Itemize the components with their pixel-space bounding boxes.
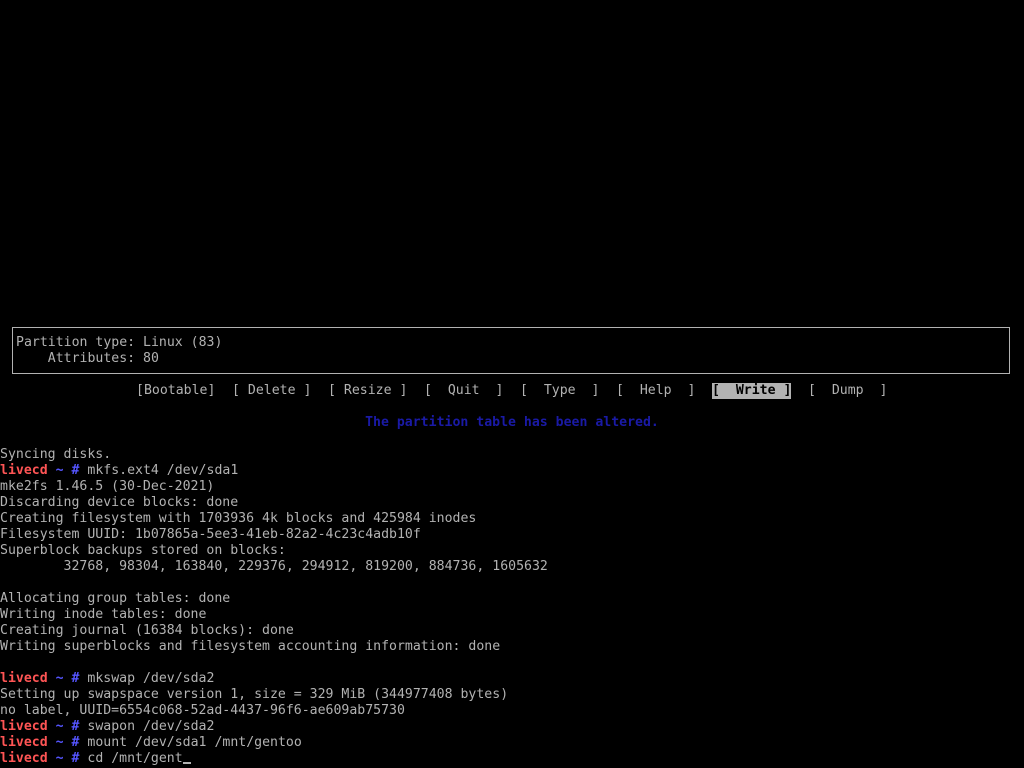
terminal-output-line: Filesystem UUID: 1b07865a-5ee3-41eb-82a2…	[0, 527, 421, 542]
menu-resize-button[interactable]: [ Resize ]	[328, 383, 407, 399]
prompt-path: ~	[55, 463, 64, 478]
prompt-path: ~	[55, 751, 64, 766]
prompt-symbol: #	[71, 671, 80, 686]
terminal-input-line[interactable]: livecd ~ # cd /mnt/gent	[0, 751, 191, 767]
command-text: mkswap /dev/sda2	[87, 671, 215, 686]
menu-quit-button[interactable]: [ Quit ]	[424, 383, 503, 399]
menu-delete-button[interactable]: [ Delete ]	[232, 383, 311, 399]
prompt-path: ~	[55, 735, 64, 750]
prompt-symbol: #	[71, 735, 80, 750]
terminal-output-line: mke2fs 1.46.5 (30-Dec-2021)	[0, 479, 215, 494]
terminal-command-line: livecd ~ # mkfs.ext4 /dev/sda1	[0, 463, 238, 479]
terminal-command-line: livecd ~ # swapon /dev/sda2	[0, 719, 214, 735]
terminal-output-line: Creating filesystem with 1703936 4k bloc…	[0, 511, 477, 526]
terminal-output-line: Writing inode tables: done	[0, 607, 207, 622]
terminal-output-line: Creating journal (16384 blocks): done	[0, 623, 294, 638]
prompt-host: livecd	[0, 671, 48, 686]
prompt-host: livecd	[0, 735, 48, 750]
command-text: mount /dev/sda1 /mnt/gentoo	[87, 735, 302, 750]
terminal-command-line: livecd ~ # mount /dev/sda1 /mnt/gentoo	[0, 735, 302, 751]
command-text: swapon /dev/sda2	[87, 719, 215, 734]
terminal-screen[interactable]: Partition type: Linux (83) Attributes: 8…	[0, 0, 1024, 768]
terminal-output-line: Syncing disks.	[0, 447, 112, 462]
menu-bootable-button[interactable]: [Bootable]	[136, 383, 215, 399]
menu-write-button[interactable]: [ Write ]	[712, 383, 792, 399]
status-message: The partition table has been altered.	[365, 415, 659, 430]
terminal-output-line: Superblock backups stored on blocks:	[0, 543, 286, 558]
prompt-path: ~	[55, 671, 64, 686]
terminal-output-line: Setting up swapspace version 1, size = 3…	[0, 687, 509, 702]
terminal-output-line: Discarding device blocks: done	[0, 495, 239, 510]
menu-type-button[interactable]: [ Type ]	[520, 383, 599, 399]
partition-type-label: Partition type: Linux (83)	[16, 335, 223, 350]
command-text: mkfs.ext4 /dev/sda1	[87, 463, 239, 478]
terminal-output-line: no label, UUID=6554c068-52ad-4437-96f6-a…	[0, 703, 405, 718]
prompt-symbol: #	[71, 463, 80, 478]
partition-info-box: Partition type: Linux (83) Attributes: 8…	[12, 327, 1010, 374]
partition-attributes-label: Attributes: 80	[16, 351, 159, 366]
prompt-symbol: #	[71, 719, 80, 734]
prompt-host: livecd	[0, 751, 48, 766]
prompt-path: ~	[55, 719, 64, 734]
terminal-command-line: livecd ~ # mkswap /dev/sda2	[0, 671, 214, 687]
terminal-output-line: Writing superblocks and filesystem accou…	[0, 639, 501, 654]
menu-dump-button[interactable]: [ Dump ]	[808, 383, 887, 399]
terminal-output-line: 32768, 98304, 163840, 229376, 294912, 81…	[0, 559, 548, 574]
menu-help-button[interactable]: [ Help ]	[616, 383, 695, 399]
prompt-symbol: #	[71, 751, 80, 766]
prompt-host: livecd	[0, 719, 48, 734]
prompt-host: livecd	[0, 463, 48, 478]
text-cursor	[182, 762, 191, 764]
current-command-input[interactable]: cd /mnt/gent	[87, 751, 182, 766]
cfdisk-menu-bar: [Bootable] [ Delete ] [ Resize ] [ Quit …	[0, 383, 1024, 399]
terminal-output-line: Allocating group tables: done	[0, 591, 231, 606]
